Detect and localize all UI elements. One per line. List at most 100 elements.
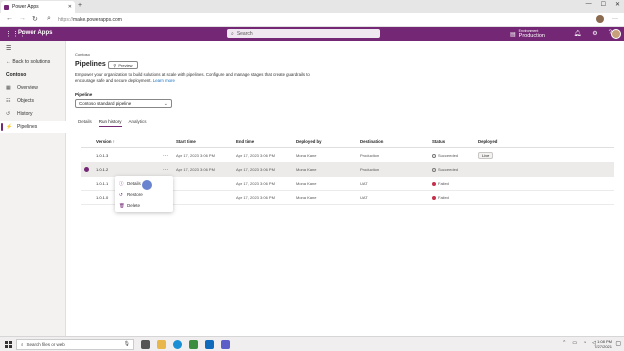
status-text: Succeeded xyxy=(438,153,459,158)
cell-status: Failed xyxy=(432,191,449,204)
app-header: ⋮⋮⋮ Power Apps ⌕ Search ▤ Environment Pr… xyxy=(0,27,624,41)
column-header-destination[interactable]: Destination xyxy=(360,136,383,147)
row-selected-radio[interactable] xyxy=(84,167,89,172)
taskbar-apps xyxy=(141,340,230,349)
sidebar-item-overview[interactable]: ▦ Overview xyxy=(0,82,66,94)
search-placeholder: Search xyxy=(236,30,253,37)
sidebar-item-pipelines[interactable]: ⚡ Pipelines xyxy=(0,121,66,133)
column-header-deployed-by[interactable]: Deployed by xyxy=(296,136,322,147)
overview-icon: ▦ xyxy=(6,85,11,91)
new-tab-button[interactable]: + xyxy=(78,2,82,9)
sidebar-item-label: Overview xyxy=(17,85,38,91)
tab-analytics[interactable]: Analytics xyxy=(129,119,147,127)
column-header-start-time[interactable]: Start time xyxy=(176,136,196,147)
cell-version: 1.0.1.1 xyxy=(96,181,109,186)
os-taskbar: ⌕ Search files or web 🎙︎ ⌃ ▭ ◔ ◁ 1:08 PM… xyxy=(0,336,624,351)
close-window-icon[interactable]: ✕ xyxy=(615,1,620,8)
cell-start-time: Apr 17, 2023 3:06 PM xyxy=(176,167,215,172)
sidebar-item-label: Pipelines xyxy=(17,124,38,130)
chevron-up-icon[interactable]: ⌃ xyxy=(562,340,566,346)
address-bar: ← → ↻ ⌕ https:// make.powerapps.com ··· xyxy=(0,13,624,27)
pipeline-dropdown-value: Contoso standard pipeline xyxy=(79,101,132,106)
user-avatar[interactable] xyxy=(611,29,621,39)
learn-more-link[interactable]: Learn more xyxy=(153,78,175,83)
browser-profile-avatar[interactable] xyxy=(596,15,604,23)
back-arrow-icon[interactable]: ← xyxy=(6,15,13,22)
menu-item-delete[interactable]: 🗑︎ Delete xyxy=(115,200,173,211)
cell-destination: Production xyxy=(360,167,380,172)
taskbar-search-input[interactable]: ⌕ Search files or web 🎙︎ xyxy=(16,339,134,350)
left-navigation: ☰ ← Back to solutions Contoso ▦ Overview… xyxy=(0,41,66,336)
minimize-icon[interactable]: — xyxy=(586,1,592,8)
task-view-icon[interactable] xyxy=(141,340,150,349)
failed-error-icon xyxy=(432,181,436,186)
browser-tab[interactable]: Power Apps ✕ xyxy=(1,1,75,13)
cell-deployed-by: Mona Kane xyxy=(296,153,317,158)
menu-item-restore[interactable]: ↺ Restore xyxy=(115,189,173,200)
url-field[interactable]: https:// make.powerapps.com xyxy=(58,15,593,25)
environment-picker[interactable]: ▤ Environment Production xyxy=(510,29,545,39)
table-row[interactable]: 1.0.1.3 ··· Apr 17, 2023 3:06 PM Apr 17,… xyxy=(81,149,614,163)
tab-details[interactable]: Details xyxy=(78,119,92,127)
system-clock[interactable]: 1:08 PM 7/27/2021 xyxy=(594,339,612,349)
row-more-actions-icon[interactable]: ··· xyxy=(163,149,168,162)
outlook-icon[interactable] xyxy=(205,340,214,349)
taskbar-search-placeholder: Search files or web xyxy=(26,342,65,347)
tab-close-icon[interactable]: ✕ xyxy=(68,4,72,10)
settings-gear-icon[interactable]: ⚙ xyxy=(592,30,597,37)
url-prefix: https:// xyxy=(58,17,74,23)
cell-deployed-by: Mona Kane xyxy=(296,181,317,186)
forward-arrow-icon[interactable]: → xyxy=(19,15,26,22)
window-controls: — ☐ ✕ xyxy=(586,1,620,8)
sidebar-item-history[interactable]: ↺ History xyxy=(0,108,66,120)
cell-destination: Production xyxy=(360,153,380,158)
edge-browser-icon[interactable] xyxy=(173,340,182,349)
back-to-solutions-link[interactable]: ← Back to solutions xyxy=(6,59,50,65)
column-header-version[interactable]: Version ↑ xyxy=(96,136,115,147)
description-text: Empower your organization to build solut… xyxy=(75,72,310,83)
system-tray: ⌃ ▭ ◔ ◁ xyxy=(562,340,596,346)
failed-error-icon xyxy=(432,195,436,200)
microphone-icon[interactable]: 🎙︎ xyxy=(124,341,130,347)
store-icon[interactable] xyxy=(189,340,198,349)
info-icon: ⓘ xyxy=(119,180,124,186)
environment-icon: ▤ xyxy=(510,31,516,38)
tab-run-history[interactable]: Run history xyxy=(98,119,122,127)
cell-deployed-by: Mona Kane xyxy=(296,167,317,172)
windows-start-icon[interactable] xyxy=(5,341,12,348)
row-more-actions-icon[interactable]: ··· xyxy=(163,163,168,176)
app-name[interactable]: Power Apps xyxy=(18,30,52,36)
column-header-status[interactable]: Status xyxy=(432,136,445,147)
maximize-icon[interactable]: ☐ xyxy=(601,1,606,8)
objects-icon: ☷ xyxy=(6,98,11,104)
nav-section-title: Contoso xyxy=(6,72,27,78)
notifications-icon[interactable]: 🔔︎ xyxy=(574,30,582,37)
notification-center-icon[interactable]: ▢ xyxy=(615,340,621,347)
preview-badge: ⚲ Preview xyxy=(108,61,138,69)
table-row-selected[interactable]: 1.0.1.2 ··· Apr 17, 2023 3:06 PM Apr 17,… xyxy=(81,163,614,177)
pipeline-dropdown[interactable]: Contoso standard pipeline ⌄ xyxy=(75,99,172,108)
back-to-solutions-label: Back to solutions xyxy=(12,59,51,65)
file-explorer-icon[interactable] xyxy=(157,340,166,349)
refresh-icon[interactable]: ↻ xyxy=(32,15,38,23)
cell-destination: UAT xyxy=(360,181,368,186)
url-text: make.powerapps.com xyxy=(73,17,122,23)
teams-icon[interactable] xyxy=(221,340,230,349)
column-header-end-time[interactable]: End time xyxy=(236,136,254,147)
browser-menu-icon[interactable]: ··· xyxy=(612,16,618,22)
sidebar-item-objects[interactable]: ☷ Objects xyxy=(0,95,66,107)
global-search-input[interactable]: ⌕ Search xyxy=(227,29,380,38)
grid-header: Version ↑ Start time End time Deployed b… xyxy=(81,136,614,148)
hamburger-menu-icon[interactable]: ☰ xyxy=(6,45,11,52)
search-icon: ⌕ xyxy=(47,15,51,22)
cell-end-time: Apr 17, 2023 3:06 PM xyxy=(236,195,275,200)
status-text: Failed xyxy=(438,195,449,200)
cell-status: Succeeded xyxy=(432,163,458,176)
cell-version: 1.0.1.2 xyxy=(96,167,109,172)
restore-icon: ↺ xyxy=(119,191,123,197)
column-header-deployed[interactable]: Deployed xyxy=(478,136,497,147)
network-icon[interactable]: ◔ xyxy=(583,340,586,346)
battery-icon[interactable]: ▭ xyxy=(572,340,577,346)
sidebar-item-label: Objects xyxy=(17,98,34,104)
breadcrumb[interactable]: Contoso xyxy=(75,52,90,57)
